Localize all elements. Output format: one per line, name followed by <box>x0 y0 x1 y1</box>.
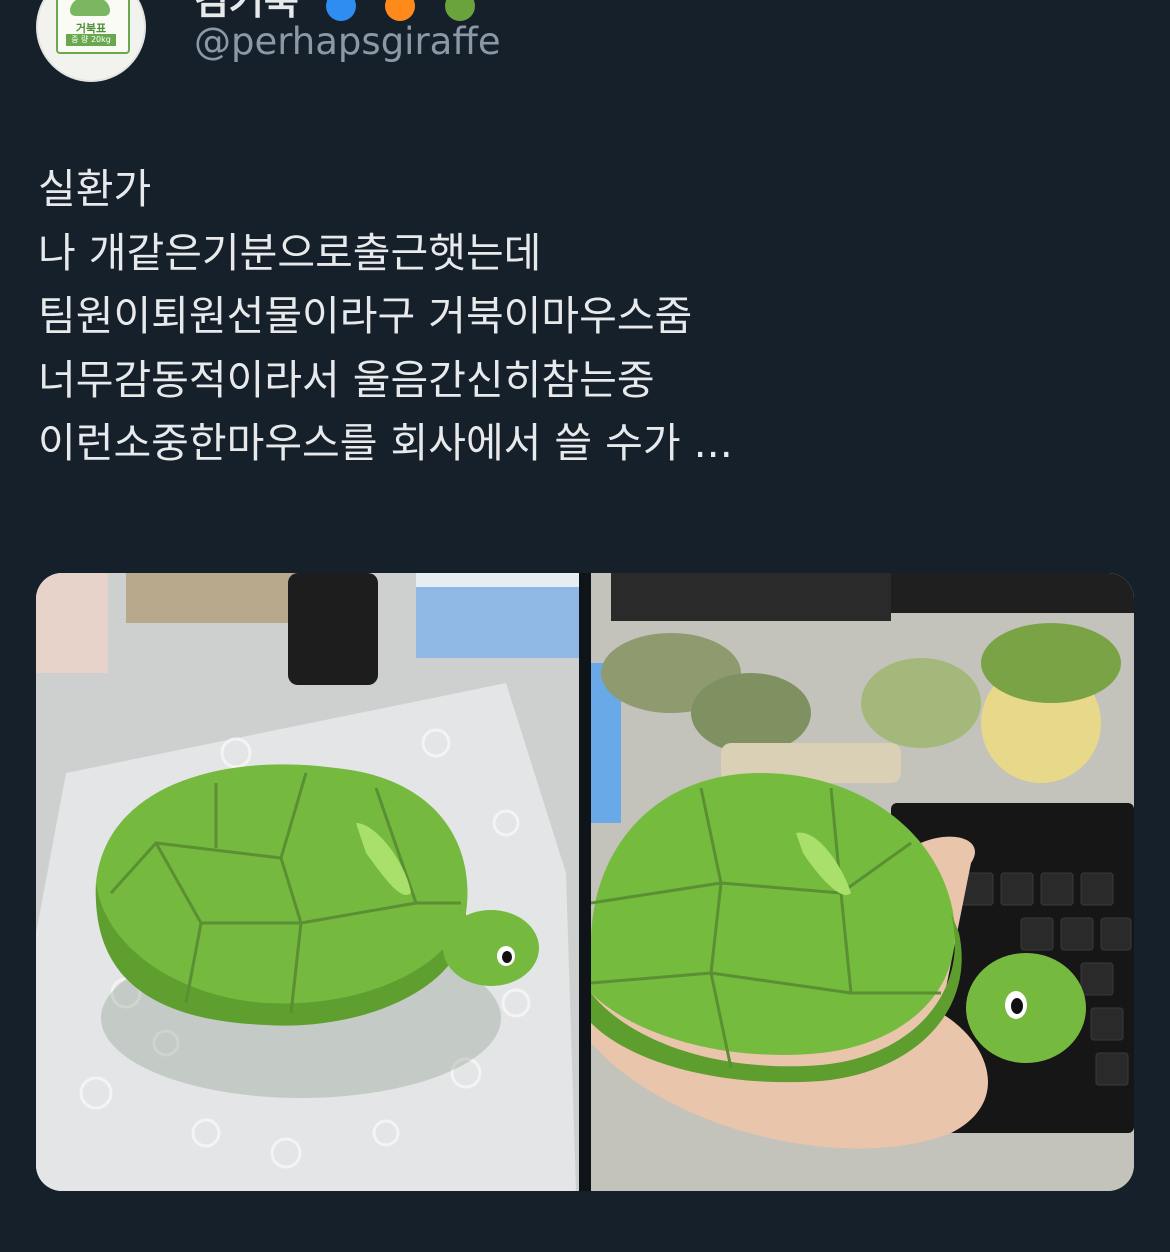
avatar-turtle-icon <box>70 0 110 16</box>
water-drop-icon <box>326 0 357 21</box>
photo-turtle-mouse-bubble-wrap[interactable] <box>36 573 579 1191</box>
tweet-line: 이런소중한마우스를 회사에서 쓸 수가 ... <box>38 419 733 467</box>
tweet-line: 나 개같은기분으로출근햇는데 <box>38 228 542 277</box>
author-avatar[interactable]: 거북표 중 량 20kg <box>36 0 146 82</box>
tweet-line: 팀원이퇴원선물이라구 거북이마우스줌 <box>38 292 693 340</box>
tweet-line: 실환가 <box>38 165 152 213</box>
avatar-badge-sub: 중 량 20kg <box>66 34 116 46</box>
photo-turtle-mouse-in-hand[interactable] <box>591 573 1134 1191</box>
photo-1-illustration <box>36 573 579 1191</box>
tweet-line: 너무감동적이라서 울음간신히참는중 <box>38 355 655 404</box>
author-handle[interactable]: @perhapsgiraffe <box>194 20 501 63</box>
turtle-icon <box>444 0 475 21</box>
tweet-text: 실환가 나 개같은기분으로출근햇는데 팀원이퇴원선물이라구 거북이마우스줌 너무… <box>38 158 1138 476</box>
fire-icon <box>385 0 416 21</box>
tweet-media <box>36 573 1134 1191</box>
photo-2-illustration <box>591 573 1134 1191</box>
